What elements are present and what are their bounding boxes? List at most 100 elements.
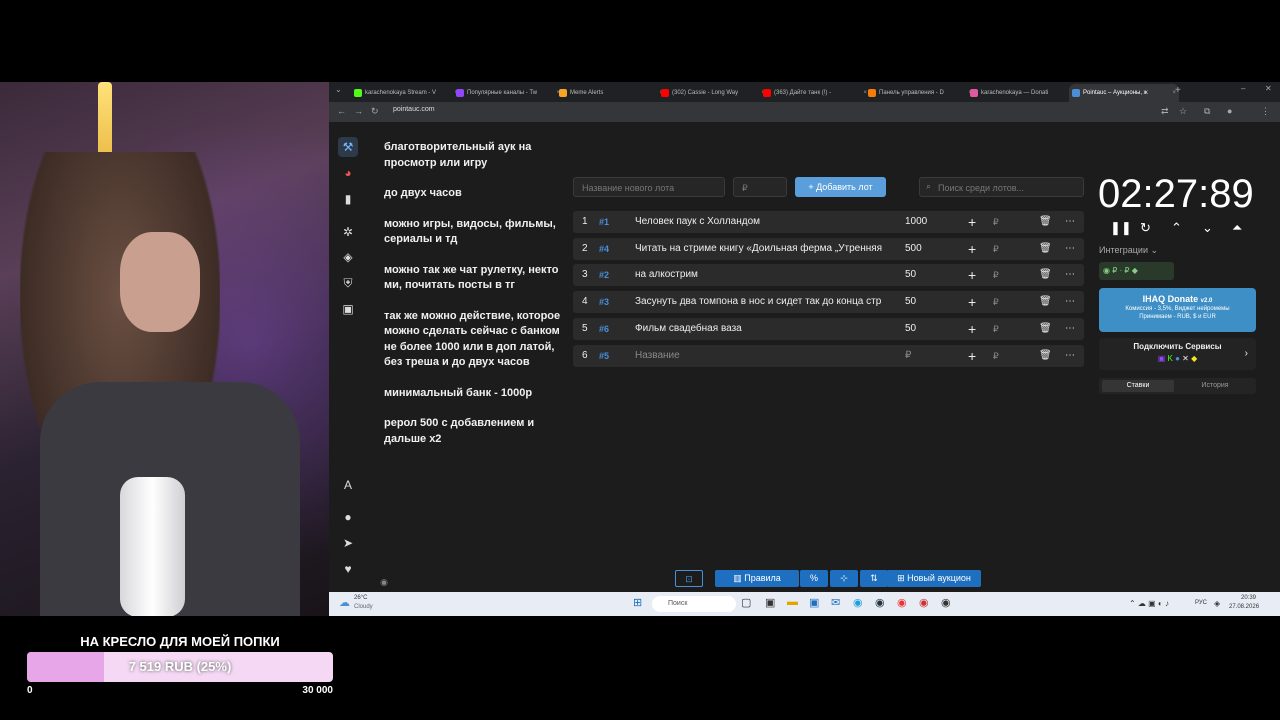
tab-bets[interactable]: Ставки <box>1102 380 1174 392</box>
rules-button[interactable]: ▥ Правила <box>715 570 799 587</box>
media-icon[interactable]: ▣ <box>338 299 358 319</box>
chevron-down-icon[interactable]: ⌄ <box>1202 220 1213 236</box>
more-icon[interactable]: ⋯ <box>1065 291 1075 313</box>
lot-name[interactable]: Название <box>635 345 893 367</box>
tab-history[interactable]: История <box>1179 380 1251 392</box>
search-lots-input[interactable]: Поиск среди лотов... <box>919 177 1084 197</box>
browser-tab[interactable]: Панель управления - D× <box>865 84 975 102</box>
lot-name-input[interactable]: Название нового лота <box>573 177 725 197</box>
tray-icons[interactable]: ⌃ ☁ ▣ ◐ ♪ <box>1129 599 1169 608</box>
trash-icon[interactable]: 🗑 <box>1039 238 1052 260</box>
browser-tab[interactable]: (363) Дайте танк (!) - × <box>760 84 870 102</box>
lot-name[interactable]: Читать на стриме книгу «Доильная ферма „… <box>635 238 893 260</box>
save-icon[interactable]: ⊡ <box>675 570 703 587</box>
amount-input[interactable]: ₽ <box>733 177 787 197</box>
wheel-icon[interactable]: ◕ <box>338 163 358 183</box>
trash-icon[interactable]: 🗑 <box>1039 345 1052 367</box>
clock-date[interactable]: 27.08.2026 <box>1229 604 1259 610</box>
reset-icon[interactable]: ↻ <box>1140 220 1151 236</box>
profile-avatar[interactable]: ● <box>1227 106 1232 116</box>
browser-tab[interactable]: Pointauc – Аукционы, ж × <box>1069 84 1179 102</box>
new-auction-button[interactable]: ⊞ Новый аукцион <box>887 570 981 587</box>
pause-icon[interactable]: ❚❚ <box>1110 220 1132 236</box>
trash-icon[interactable]: 🗑 <box>1039 318 1052 340</box>
lot-name[interactable]: Фильм свадебная ваза <box>635 318 893 340</box>
browser-tab[interactable]: karachenokaya — Donati× <box>967 84 1077 102</box>
bookmark-star-icon[interactable]: ☆ <box>1179 106 1187 117</box>
lot-name[interactable]: на алкострим <box>635 264 893 286</box>
translate-icon[interactable]: ⇄ <box>1161 106 1169 117</box>
steam-icon[interactable]: ◉ <box>875 596 885 609</box>
donate-icon[interactable]: ♥ <box>338 559 358 579</box>
extensions-icon[interactable]: ⧉ <box>1204 106 1210 117</box>
trash-icon[interactable]: 🗑 <box>1039 211 1052 233</box>
integration-status[interactable]: ◉ ₽ · ₽ ◆ <box>1099 262 1174 280</box>
split-icon[interactable]: ⊹ <box>830 570 858 587</box>
language-indicator[interactable]: РУС <box>1195 600 1207 606</box>
lot-amount[interactable]: 50 <box>905 318 916 340</box>
app-icon[interactable]: ▣ <box>765 596 775 609</box>
clock-time[interactable]: 20:39 <box>1241 595 1256 601</box>
browser-tab[interactable]: (302) Cassie - Long Way× <box>658 84 768 102</box>
back-icon[interactable]: ← <box>337 106 346 116</box>
sort-icon[interactable]: ⇅ <box>860 570 888 587</box>
eye-icon[interactable]: ◉ <box>374 572 394 592</box>
lot-amount[interactable]: ₽ <box>905 345 911 367</box>
lot-amount[interactable]: 50 <box>905 291 916 313</box>
add-amount-icon[interactable]: + <box>968 291 976 313</box>
edge-icon[interactable]: ◉ <box>853 596 863 609</box>
trash-icon[interactable]: 🗑 <box>1039 291 1052 313</box>
shield-icon[interactable]: ⛨ <box>338 273 358 293</box>
menu-icon[interactable]: ⋮ <box>1261 106 1270 117</box>
stats-icon[interactable]: ▮ <box>338 189 358 209</box>
language-icon[interactable]: A <box>338 475 358 495</box>
chevron-up-icon[interactable]: ⌃ <box>1171 220 1182 236</box>
minimize-icon[interactable]: – <box>1241 84 1245 93</box>
add-amount-icon[interactable]: + <box>968 318 976 340</box>
browser-tab[interactable]: Популярные каналы - Tw× <box>453 84 563 102</box>
layers-icon[interactable]: ◈ <box>338 247 358 267</box>
ihaq-donate-card[interactable]: IHAQ Donate v2.0 Комиссия - 3,5%, Виджет… <box>1099 288 1256 332</box>
add-amount-icon[interactable]: + <box>968 211 976 233</box>
connect-services-card[interactable]: Подключить Сервисы ▣ K ● ✕ ◆ › <box>1099 338 1256 370</box>
tab-list-icon[interactable]: ⌄ <box>335 85 342 94</box>
folder-icon[interactable]: ▬ <box>787 596 798 608</box>
github-icon[interactable]: ● <box>338 507 358 527</box>
lot-name[interactable]: Засунуть два томпона в нос и сидет так д… <box>635 291 893 313</box>
browser-tab[interactable]: Meme Alerts× <box>556 84 666 102</box>
forward-icon[interactable]: → <box>354 106 363 116</box>
reload-icon[interactable]: ↻ <box>371 106 379 117</box>
more-icon[interactable]: ⋯ <box>1065 318 1075 340</box>
more-icon[interactable]: ⋯ <box>1065 345 1075 367</box>
new-tab-icon[interactable]: + <box>1175 85 1181 96</box>
double-chevron-up-icon[interactable]: ⏶ <box>1232 220 1242 236</box>
auction-hammer-icon[interactable]: ⚒ <box>338 137 358 157</box>
app-icon[interactable]: ◉ <box>919 596 929 609</box>
network-icon[interactable]: ◈ <box>1214 599 1220 608</box>
chrome-icon[interactable]: ◉ <box>897 596 907 609</box>
lot-amount[interactable]: 1000 <box>905 211 927 233</box>
lot-amount[interactable]: 50 <box>905 264 916 286</box>
taskbar-search[interactable]: Поиск <box>652 596 736 612</box>
more-icon[interactable]: ⋯ <box>1065 238 1075 260</box>
lot-amount[interactable]: 500 <box>905 238 922 260</box>
lot-name[interactable]: Человек паук с Холландом <box>635 211 893 233</box>
percent-button[interactable]: % <box>800 570 828 587</box>
integrations-label[interactable]: Интеграции ⌄ <box>1099 245 1158 256</box>
url-field[interactable]: pointauc.com <box>393 106 435 113</box>
add-amount-icon[interactable]: + <box>968 345 976 367</box>
obs-icon[interactable]: ◉ <box>941 596 951 609</box>
mail-icon[interactable]: ✉ <box>831 596 840 609</box>
add-lot-button[interactable]: + Добавить лот <box>795 177 886 197</box>
browser-tab[interactable]: karachenokaya Stream - V× <box>351 84 461 102</box>
add-amount-icon[interactable]: + <box>968 264 976 286</box>
close-window-icon[interactable]: ✕ <box>1265 84 1272 93</box>
add-amount-icon[interactable]: + <box>968 238 976 260</box>
store-icon[interactable]: ▣ <box>809 596 819 609</box>
settings-gear-icon[interactable]: ✲ <box>338 222 358 242</box>
trash-icon[interactable]: 🗑 <box>1039 264 1052 286</box>
windows-start-icon[interactable]: ⊞ <box>633 596 642 609</box>
app-icon[interactable]: ▢ <box>741 596 751 609</box>
more-icon[interactable]: ⋯ <box>1065 211 1075 233</box>
more-icon[interactable]: ⋯ <box>1065 264 1075 286</box>
